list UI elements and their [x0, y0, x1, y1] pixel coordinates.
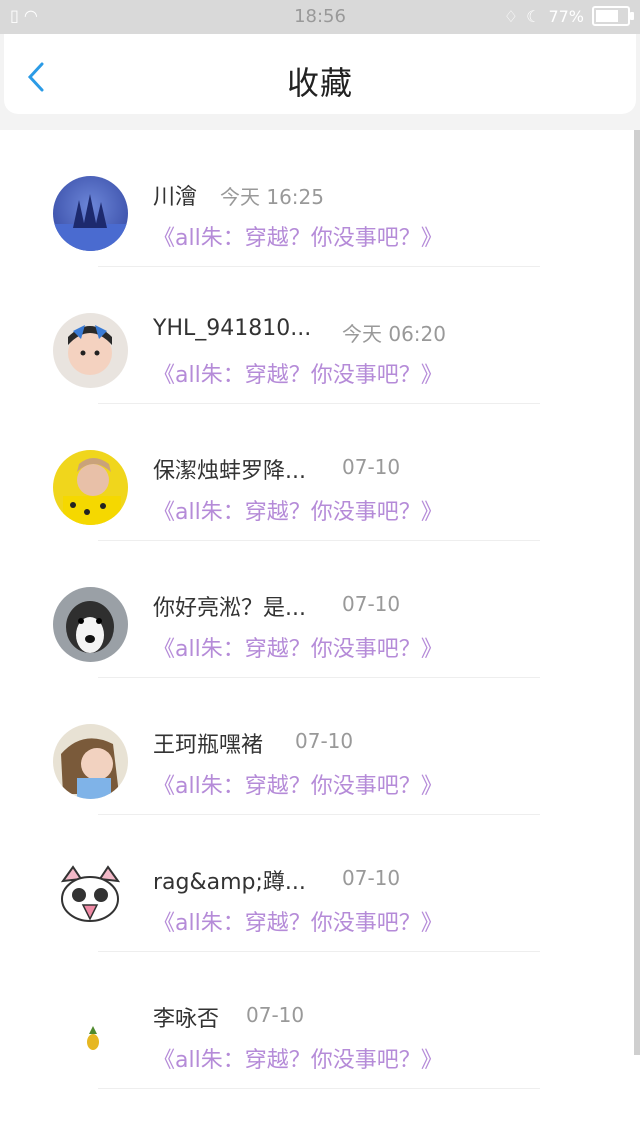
item-time: 07-10	[295, 729, 354, 753]
status-bar: ▯ ◠ 18:56 ♢ ☾ 77%	[0, 0, 640, 34]
item-name: rag&amp;蹲...	[153, 870, 306, 895]
list-item[interactable]: 你好亮淞？是... 07-10 《all朱：穿越？你没事吧？》	[0, 541, 640, 678]
item-name: 李咏否	[153, 1007, 220, 1032]
list-item[interactable]: YHL_941810... 今天 06:20 《all朱：穿越？你没事吧？》	[0, 267, 640, 404]
item-time: 今天 16:25	[220, 185, 324, 209]
battery-percent: 77%	[548, 6, 584, 26]
status-icons-right: ♢ ☾ 77%	[503, 6, 634, 26]
item-name: YHL_941810...	[153, 316, 312, 341]
item-time: 07-10	[342, 592, 401, 616]
item-subtitle: 《all朱：穿越？你没事吧？》	[153, 911, 443, 936]
item-name: 你好亮淞？是...	[153, 596, 306, 621]
scrollbar[interactable]	[634, 130, 640, 1055]
avatar	[53, 450, 128, 525]
item-name: 川澮	[153, 185, 198, 210]
battery-icon	[592, 6, 634, 26]
alarm-icon: ♢	[503, 6, 519, 26]
list-item[interactable]: rag&amp;蹲... 07-10 《all朱：穿越？你没事吧？》	[0, 815, 640, 952]
item-subtitle: 《all朱：穿越？你没事吧？》	[153, 226, 443, 251]
list-item[interactable]: 川澮 今天 16:25 《all朱：穿越？你没事吧？》	[0, 130, 640, 267]
divider	[98, 1088, 540, 1089]
header-card: 收藏	[4, 34, 636, 114]
item-name: 保潔烛蚌罗降...	[153, 459, 306, 484]
item-subtitle: 《all朱：穿越？你没事吧？》	[153, 1048, 443, 1073]
list-item[interactable]: 李咏否 07-10 《all朱：穿越？你没事吧？》	[0, 952, 640, 1089]
favorites-list: 川澮 今天 16:25 《all朱：穿越？你没事吧？》 YHL_941810..…	[0, 130, 640, 1089]
avatar	[53, 176, 128, 251]
avatar	[53, 998, 128, 1073]
item-subtitle: 《all朱：穿越？你没事吧？》	[153, 363, 443, 388]
item-subtitle: 《all朱：穿越？你没事吧？》	[153, 774, 443, 799]
item-subtitle: 《all朱：穿越？你没事吧？》	[153, 500, 443, 525]
moon-icon: ☾	[526, 6, 541, 26]
item-subtitle: 《all朱：穿越？你没事吧？》	[153, 637, 443, 662]
avatar	[53, 724, 128, 799]
item-time: 07-10	[342, 455, 401, 479]
header: 收藏	[0, 34, 640, 130]
page-title: 收藏	[286, 64, 353, 102]
avatar	[53, 587, 128, 662]
item-time: 今天 06:20	[342, 322, 446, 346]
item-time: 07-10	[342, 866, 401, 890]
item-name: 王珂瓶嘿褚	[153, 733, 264, 758]
avatar	[53, 313, 128, 388]
avatar	[53, 861, 128, 936]
list-item[interactable]: 保潔烛蚌罗降... 07-10 《all朱：穿越？你没事吧？》	[0, 404, 640, 541]
item-time: 07-10	[246, 1003, 305, 1027]
list-item[interactable]: 王珂瓶嘿褚 07-10 《all朱：穿越？你没事吧？》	[0, 678, 640, 815]
